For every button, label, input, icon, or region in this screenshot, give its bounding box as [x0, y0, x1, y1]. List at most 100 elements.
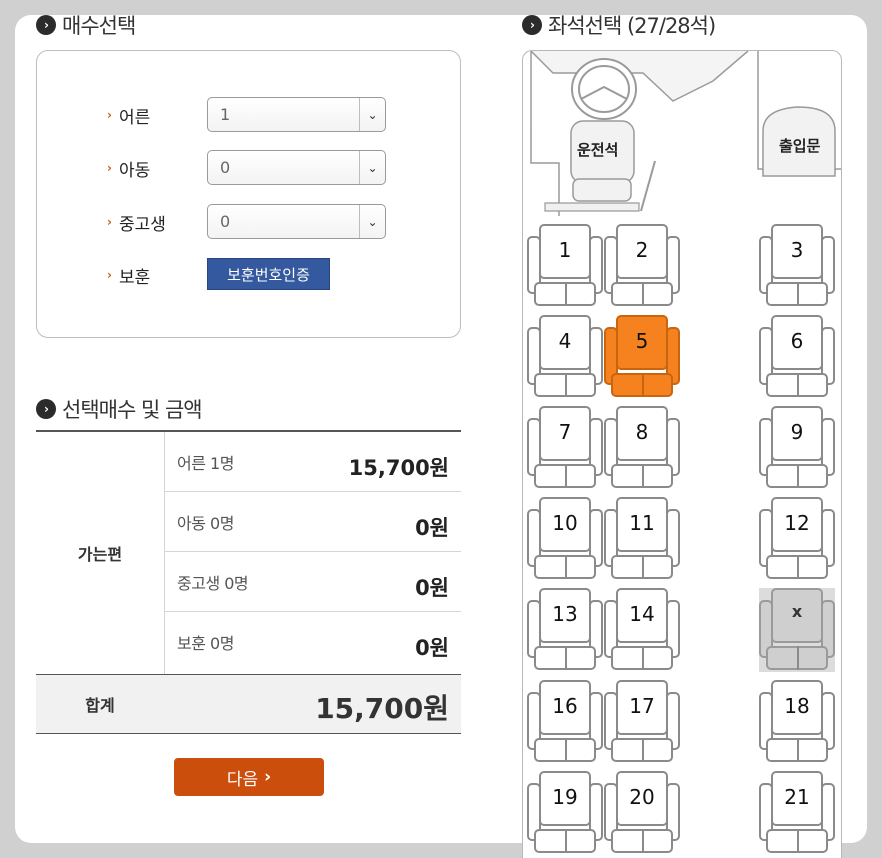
seat-cushion	[534, 646, 596, 670]
seat-13[interactable]: 13	[527, 588, 603, 672]
price-row-label: 어른 1명	[177, 454, 234, 473]
seat-6[interactable]: 6	[759, 315, 835, 399]
seat-7[interactable]: 7	[527, 406, 603, 490]
price-row-amount: 0원	[415, 516, 449, 540]
seat-5[interactable]: 5	[604, 315, 680, 399]
ticket-count-title-text: 매수선택	[62, 14, 136, 38]
door-label: 출입문	[779, 137, 821, 155]
seat-cushion	[534, 373, 596, 397]
seat-12[interactable]: 12	[759, 497, 835, 581]
seat-9[interactable]: 9	[759, 406, 835, 490]
seat-number: 8	[635, 420, 649, 444]
chevron-down-icon: ⌄	[359, 98, 385, 131]
seat-2[interactable]: 2	[604, 224, 680, 308]
price-row-label: 아동 0명	[177, 514, 234, 533]
veteran-label: 보훈	[119, 267, 151, 288]
child-select[interactable]: 0 ⌄	[207, 150, 386, 185]
seat-cushion	[534, 738, 596, 762]
child-select-value: 0	[220, 158, 231, 177]
next-button[interactable]: 다음 ›	[174, 758, 324, 796]
seat-number: 2	[635, 238, 649, 262]
seat-cushion	[611, 738, 673, 762]
seat-cushion	[766, 646, 828, 670]
price-row-amount: 0원	[415, 636, 449, 660]
seat-cushion	[611, 282, 673, 306]
seat-cushion	[611, 555, 673, 579]
seat-4[interactable]: 4	[527, 315, 603, 399]
seat-cushion	[534, 829, 596, 853]
seat-cushion	[766, 464, 828, 488]
seat-number: 14	[629, 602, 655, 626]
seat-x: x	[759, 588, 835, 672]
total-amount: 15,700원	[315, 692, 449, 725]
child-label: 아동	[119, 160, 151, 181]
seat-11[interactable]: 11	[604, 497, 680, 581]
seat-1[interactable]: 1	[527, 224, 603, 308]
seat-number: 4	[558, 329, 572, 353]
seat-number: 5	[635, 329, 649, 353]
seat-21[interactable]: 21	[759, 771, 835, 855]
student-select[interactable]: 0 ⌄	[207, 204, 386, 239]
seat-number: 21	[784, 785, 810, 809]
chevron-right-icon: ›	[264, 767, 272, 787]
ticket-count-title: › 매수선택	[36, 10, 136, 40]
seat-number: 10	[552, 511, 578, 535]
seat-cushion	[611, 373, 673, 397]
arrow-icon: ›	[107, 108, 112, 122]
seat-cushion	[766, 282, 828, 306]
arrow-icon: ›	[107, 268, 112, 282]
seat-cushion	[534, 464, 596, 488]
arrow-icon: ›	[107, 215, 112, 229]
adult-label: 어른	[119, 107, 151, 128]
seat-cushion	[766, 373, 828, 397]
price-row-amount: 15,700원	[348, 456, 449, 480]
total-label: 합계	[85, 696, 115, 715]
seat-8[interactable]: 8	[604, 406, 680, 490]
seat-number: 1	[558, 238, 572, 262]
price-row: 어른 1명 15,700원	[165, 432, 461, 492]
child-row: › 아동 0 ⌄	[37, 150, 460, 186]
ticket-count-box: › 어른 1 ⌄ › 아동 0 ⌄ › 중고생 0 ⌄ › 보훈 보훈번호인증	[36, 50, 461, 338]
price-row: 보훈 0명 0원	[165, 612, 461, 672]
chevron-right-icon: ›	[522, 15, 542, 35]
seat-19[interactable]: 19	[527, 771, 603, 855]
seat-number: 3	[790, 238, 804, 262]
direction-label: 가는편	[77, 545, 123, 564]
total-row: 합계 15,700원	[36, 674, 461, 734]
student-select-value: 0	[220, 212, 231, 231]
summary-title-text: 선택매수 및 금액	[62, 398, 203, 422]
seat-map-title: › 좌석선택 (27/28석)	[522, 10, 716, 40]
seat-20[interactable]: 20	[604, 771, 680, 855]
seat-cushion	[766, 829, 828, 853]
seat-number: 7	[558, 420, 572, 444]
seat-3[interactable]: 3	[759, 224, 835, 308]
veteran-verify-button[interactable]: 보훈번호인증	[207, 258, 330, 290]
chevron-right-icon: ›	[36, 15, 56, 35]
price-row: 중고생 0명 0원	[165, 552, 461, 612]
seat-14[interactable]: 14	[604, 588, 680, 672]
chevron-right-icon: ›	[36, 399, 56, 419]
seat-16[interactable]: 16	[527, 680, 603, 764]
seat-cushion	[766, 555, 828, 579]
seat-17[interactable]: 17	[604, 680, 680, 764]
seat-map-title-text: 좌석선택 (27/28석)	[548, 14, 716, 38]
arrow-icon: ›	[107, 161, 112, 175]
next-button-label: 다음	[226, 769, 259, 790]
seat-number: 16	[552, 694, 578, 718]
price-row-amount: 0원	[415, 576, 449, 600]
seat-number: 18	[784, 694, 810, 718]
seat-cushion	[611, 646, 673, 670]
seat-cushion	[534, 282, 596, 306]
chevron-down-icon: ⌄	[359, 151, 385, 184]
adult-select[interactable]: 1 ⌄	[207, 97, 386, 132]
adult-select-value: 1	[220, 105, 231, 124]
seat-number: x	[791, 602, 803, 621]
seat-10[interactable]: 10	[527, 497, 603, 581]
student-row: › 중고생 0 ⌄	[37, 204, 460, 240]
veteran-row: › 보훈 보훈번호인증	[37, 258, 460, 292]
seat-18[interactable]: 18	[759, 680, 835, 764]
seat-cushion	[611, 464, 673, 488]
driver-seat-label: 운전석	[577, 141, 619, 159]
seat-number: 12	[784, 511, 810, 535]
seat-number: 11	[629, 511, 655, 535]
